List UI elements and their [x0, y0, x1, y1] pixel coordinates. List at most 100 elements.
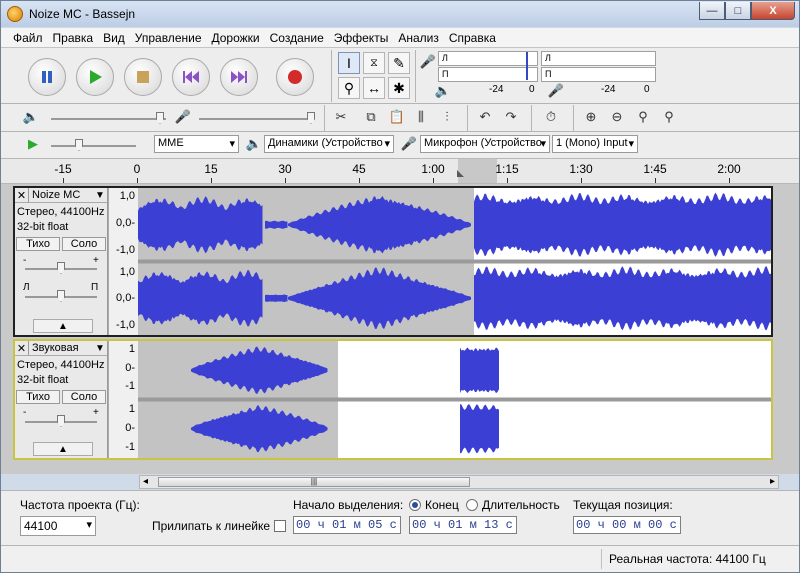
skip-end-button[interactable]	[220, 58, 258, 96]
ruler-tick	[137, 178, 138, 183]
selection-tool[interactable]: I	[338, 52, 360, 74]
record-meter-left[interactable]: Л	[438, 51, 538, 66]
ruler-label: 2:00	[717, 162, 741, 176]
timeline-ruler[interactable]: -15 0 15 30 45 1:00 1:15 1:30 1:45 2:00	[1, 158, 799, 184]
microphone-meter-icon: 🎤	[419, 54, 437, 69]
menu-file[interactable]: Файл	[13, 31, 43, 45]
track-close-button-2[interactable]: ✕	[15, 341, 29, 355]
channels-select[interactable]: 1 (Mono) Input	[552, 135, 638, 153]
maximize-button[interactable]: □	[725, 2, 751, 20]
multi-tool[interactable]: ✱	[388, 77, 410, 99]
waveform-segment	[474, 266, 771, 331]
fit-project-icon[interactable]: ⚲	[659, 107, 679, 127]
end-radio[interactable]	[409, 499, 421, 511]
ruler-label: 1:30	[569, 162, 593, 176]
track-menu-arrow-2[interactable]: ▼	[95, 343, 107, 354]
play-at-speed-icon[interactable]: ▶	[23, 134, 43, 154]
envelope-tool[interactable]: ⧖	[363, 52, 385, 74]
menu-help[interactable]: Справка	[449, 31, 496, 45]
track-waveform[interactable]	[138, 188, 771, 335]
track-name-2[interactable]: Звуковая	[29, 342, 95, 354]
track-gain-slider-2[interactable]	[25, 415, 97, 427]
draw-tool[interactable]: ✎	[388, 52, 410, 74]
stop-button[interactable]	[124, 58, 162, 96]
selection-end-time[interactable]: 00 ч 01 м 13 с	[409, 516, 517, 534]
fit-selection-icon[interactable]: ⚲	[633, 107, 653, 127]
waveform-svg-2	[138, 341, 771, 458]
solo-button[interactable]: Соло	[62, 237, 106, 251]
scroll-right-arrow[interactable]: ▸	[770, 476, 775, 487]
scroll-thumb[interactable]: |||	[158, 477, 470, 487]
track-name[interactable]: Noize MC	[29, 189, 95, 201]
track-gain-slider[interactable]	[25, 262, 97, 274]
record-button[interactable]	[276, 58, 314, 96]
paste-icon[interactable]: 📋	[387, 107, 407, 127]
play-icon	[90, 70, 102, 84]
length-radio[interactable]	[466, 499, 478, 511]
zoom-in-icon[interactable]: ⊕	[581, 107, 601, 127]
solo-button-2[interactable]: Соло	[62, 390, 106, 404]
menu-generate[interactable]: Создание	[270, 31, 324, 45]
zoom-out-icon[interactable]: ⊖	[607, 107, 627, 127]
close-button[interactable]: X	[751, 2, 795, 20]
play-meter-right[interactable]: П	[541, 67, 656, 82]
play-speed-slider[interactable]	[51, 139, 136, 151]
menu-tracks[interactable]: Дорожки	[212, 31, 260, 45]
track-close-button[interactable]: ✕	[15, 188, 29, 202]
snap-checkbox[interactable]	[274, 520, 286, 532]
selection-start-time[interactable]: 00 ч 01 м 05 с	[293, 516, 401, 534]
track-collapse-button-2[interactable]: ▲	[33, 442, 93, 456]
horizontal-scrollbar[interactable]: ◂ ||| ▸	[139, 475, 779, 489]
play-meter-left[interactable]: Л	[541, 51, 656, 66]
record-meter-right[interactable]: П	[438, 67, 538, 82]
menu-view[interactable]: Вид	[103, 31, 125, 45]
sync-lock-icon[interactable]: ⏱	[541, 107, 561, 127]
project-rate-label: Частота проекта (Гц):	[20, 498, 140, 512]
copy-icon[interactable]: ⧉	[361, 107, 381, 127]
ruler-label: 15	[204, 162, 218, 176]
track-zvukovaya[interactable]: ✕ Звуковая ▼ Стерео, 44100Hz 32-bit float …	[13, 339, 773, 460]
gain-plus-label: +	[93, 255, 99, 266]
skip-start-button[interactable]	[172, 58, 210, 96]
track-waveform-2[interactable]	[138, 341, 771, 458]
track-pan-slider[interactable]	[25, 290, 97, 302]
track-menu-arrow[interactable]: ▼	[95, 190, 107, 201]
undo-icon[interactable]: ↶	[475, 107, 495, 127]
zoom-tool[interactable]: ⚲	[338, 77, 360, 99]
play-button[interactable]	[76, 58, 114, 96]
silence-icon[interactable]: ⫶	[437, 107, 457, 127]
selection-toolbar: Частота проекта (Гц): 44100 Прилипать к …	[1, 490, 799, 545]
recording-device-select[interactable]: Микрофон (Устройство	[420, 135, 550, 153]
output-volume-slider[interactable]	[51, 112, 166, 124]
ruler-tick	[433, 178, 434, 183]
minimize-button[interactable]: —	[699, 2, 725, 20]
pause-button[interactable]	[28, 58, 66, 96]
mute-button[interactable]: Тихо	[16, 237, 60, 251]
scroll-left-arrow[interactable]: ◂	[143, 476, 148, 487]
menu-edit[interactable]: Правка	[53, 31, 94, 45]
menu-effects[interactable]: Эффекты	[334, 31, 389, 45]
input-volume-slider[interactable]	[199, 112, 315, 124]
track-noize-mc[interactable]: ✕ Noize MC ▼ Стерео, 44100Hz 32-bit float …	[13, 186, 773, 337]
redo-icon[interactable]: ↷	[501, 107, 521, 127]
waveform-segment	[138, 270, 263, 327]
cut-icon[interactable]: ✂	[331, 107, 351, 127]
audio-position-time[interactable]: 00 ч 00 м 00 с	[573, 516, 681, 534]
ruler-label: 1:00	[421, 162, 445, 176]
menu-analyze[interactable]: Анализ	[398, 31, 439, 45]
time-shift-tool[interactable]: ↔	[363, 77, 385, 99]
selection-start-marker	[457, 170, 464, 177]
host-select[interactable]: MME	[154, 135, 239, 153]
playback-device-select[interactable]: Динамики (Устройство	[264, 135, 394, 153]
ruler-label: 1:45	[643, 162, 667, 176]
skip-end-icon	[231, 71, 247, 83]
stop-icon	[137, 71, 149, 83]
meter-tick-zero-2: 0	[644, 84, 650, 95]
mute-button-2[interactable]: Тихо	[16, 390, 60, 404]
track-collapse-button[interactable]: ▲	[33, 319, 93, 333]
trim-icon[interactable]: ⫼	[411, 107, 431, 127]
project-rate-select[interactable]: 44100	[20, 516, 96, 536]
menu-transport[interactable]: Управление	[135, 31, 202, 45]
selection-start-label: Начало выделения:	[293, 498, 404, 512]
meter-tick-minus24: -24	[489, 84, 504, 95]
